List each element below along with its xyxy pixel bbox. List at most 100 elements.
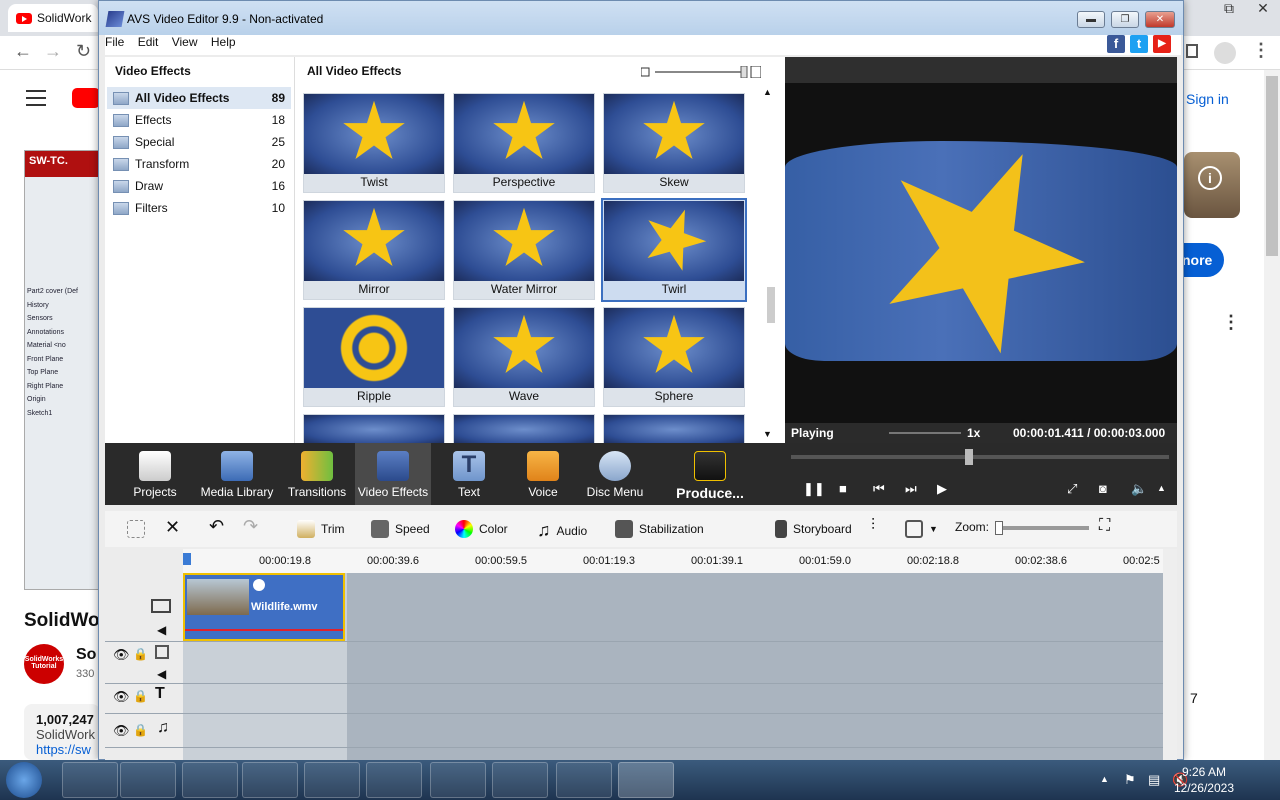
effect-mirror[interactable]: Mirror <box>303 200 445 300</box>
visibility-eye-icon[interactable]: 👁 <box>113 723 130 739</box>
scroll-down-icon[interactable]: ▼ <box>763 429 772 439</box>
disk-taskbar-button[interactable] <box>556 762 612 798</box>
facebook-icon[interactable]: f <box>1107 35 1125 53</box>
video-preview[interactable] <box>785 83 1177 423</box>
chrome-taskbar-button[interactable] <box>242 762 298 798</box>
next-frame-icon[interactable]: ▶ <box>937 481 947 497</box>
info-icon[interactable]: i <box>1198 166 1222 190</box>
pause-icon[interactable]: ❚❚ <box>803 481 825 497</box>
youtube-icon[interactable]: ▶ <box>1153 35 1171 53</box>
sign-in-button[interactable]: Sign in <box>1186 86 1246 112</box>
profile-icon[interactable] <box>1214 42 1236 64</box>
back-icon[interactable]: ← <box>14 41 32 62</box>
zoom-slider[interactable] <box>997 526 1089 530</box>
network-taskbar-button[interactable] <box>366 762 422 798</box>
effect-skew[interactable]: Skew <box>603 93 745 193</box>
video-effects-button[interactable]: Video Effects <box>355 443 431 505</box>
camera-icon[interactable]: ◙ <box>1099 481 1107 496</box>
video-clip[interactable]: Wildlife.wmv <box>183 573 345 641</box>
audio-button[interactable]: ♫ Audio <box>537 520 587 541</box>
transitions-button[interactable]: Transitions <box>279 443 355 505</box>
avs-taskbar-button[interactable] <box>618 762 674 798</box>
effect-partial[interactable] <box>303 414 445 444</box>
channel-avatar[interactable]: SolidWorks Tutorial <box>24 644 64 684</box>
category-effects[interactable]: Effects 18 <box>107 109 291 131</box>
more-button[interactable]: nore <box>1178 243 1224 277</box>
effect-ripple[interactable]: Ripple <box>303 307 445 407</box>
undo-icon[interactable]: ↶ <box>209 516 224 537</box>
hamburger-icon[interactable] <box>26 90 46 106</box>
title-bar[interactable]: AVS Video Editor 9.9 - Non-activated ▬ ❐… <box>99 1 1183 35</box>
menu-file[interactable]: File <box>105 35 124 49</box>
next-icon[interactable]: ⏭ <box>905 481 917 497</box>
lock-icon[interactable]: 🔒 <box>133 647 148 661</box>
projects-button[interactable]: Projects <box>117 443 193 505</box>
media-taskbar-button[interactable] <box>182 762 238 798</box>
system-clock[interactable]: 9:26 AM 12/26/2023 <box>1174 764 1234 796</box>
menu-view[interactable]: View <box>172 35 198 49</box>
description-box[interactable]: 1,007,247 SolidWork https://sw <box>24 704 100 760</box>
sidepanel-icon[interactable] <box>1186 44 1198 58</box>
page-scrollbar-thumb[interactable] <box>1266 76 1278 256</box>
fullscreen-icon[interactable]: ⤢ <box>1067 481 1077 497</box>
view-mode-dropdown[interactable]: ▼ <box>905 520 938 538</box>
network-icon[interactable]: ▤ <box>1148 772 1160 788</box>
category-transform[interactable]: Transform 20 <box>107 153 291 175</box>
reload-icon[interactable]: ↻ <box>76 41 91 62</box>
category-special[interactable]: Special 25 <box>107 131 291 153</box>
audio-mixer-icon[interactable]: ⫶ <box>871 517 875 535</box>
text-button[interactable]: T Text <box>431 443 507 505</box>
viewer-taskbar-button[interactable] <box>492 762 548 798</box>
redo-icon[interactable]: ↷ <box>243 516 258 537</box>
effect-twist[interactable]: Twist <box>303 93 445 193</box>
timeline-ruler[interactable]: 00:00:19.8 00:00:39.6 00:00:59.5 00:01:1… <box>183 549 1163 573</box>
color-button[interactable]: Color <box>455 520 508 538</box>
grid-scrollbar-thumb[interactable] <box>767 287 775 323</box>
kebab-icon[interactable]: ⋮ <box>1222 312 1240 333</box>
effect-sphere[interactable]: Sphere <box>603 307 745 407</box>
volume-up-icon[interactable]: ▲ <box>1157 483 1166 493</box>
timeline-scrollbar[interactable] <box>1163 549 1177 761</box>
menu-edit[interactable]: Edit <box>138 35 159 49</box>
speed-button[interactable]: Speed <box>371 520 430 538</box>
fit-zoom-icon[interactable]: ⛶ <box>1099 517 1110 535</box>
delete-icon[interactable]: ✕ <box>165 517 180 538</box>
voice-button[interactable]: Voice <box>505 443 581 505</box>
effect-water-mirror[interactable]: Water Mirror <box>453 200 595 300</box>
explorer-taskbar-button[interactable] <box>120 762 176 798</box>
app-taskbar-button[interactable] <box>430 762 486 798</box>
effect-partial[interactable] <box>453 414 595 444</box>
seek-thumb[interactable] <box>965 449 973 465</box>
flag-icon[interactable]: ⚑ <box>1124 772 1136 788</box>
stop-icon[interactable]: ■ <box>839 481 847 496</box>
media-library-button[interactable]: Media Library <box>199 443 275 505</box>
maximize-button[interactable]: ❐ <box>1111 11 1139 28</box>
select-icon[interactable] <box>127 520 145 538</box>
category-draw[interactable]: Draw 16 <box>107 175 291 197</box>
mute-icon[interactable]: ◀ <box>157 667 166 681</box>
effect-wave[interactable]: Wave <box>453 307 595 407</box>
menu-help[interactable]: Help <box>211 35 236 49</box>
twitter-icon[interactable]: t <box>1130 35 1148 53</box>
storyboard-button[interactable]: Storyboard <box>775 520 852 538</box>
menu-dots-icon[interactable]: ⋮ <box>1252 40 1270 61</box>
zoom-slider-thumb[interactable] <box>995 521 1003 535</box>
youtube-taskbar-button[interactable] <box>304 762 360 798</box>
restore-icon[interactable]: ⧉ <box>1212 0 1246 18</box>
lock-icon[interactable]: 🔒 <box>133 723 148 737</box>
lock-icon[interactable]: 🔒 <box>133 689 148 703</box>
visibility-eye-icon[interactable]: 👁 <box>113 689 130 705</box>
scroll-up-icon[interactable]: ▲ <box>763 87 772 97</box>
trim-button[interactable]: Trim <box>297 520 345 538</box>
stabilization-button[interactable]: Stabilization <box>615 520 704 538</box>
mute-icon[interactable]: ◀ <box>157 623 166 637</box>
close-button[interactable]: ✕ <box>1145 11 1175 28</box>
youtube-logo-icon[interactable] <box>72 88 100 108</box>
disc-menu-button[interactable]: Disc Menu <box>577 443 653 505</box>
close-icon[interactable]: ✕ <box>1246 0 1280 18</box>
volume-icon[interactable]: 🔈 <box>1131 481 1147 497</box>
tray-expand-icon[interactable]: ▲ <box>1100 774 1109 784</box>
visibility-eye-icon[interactable]: 👁 <box>113 647 130 663</box>
produce-button[interactable]: Produce... <box>665 443 755 505</box>
video-title[interactable]: SolidWo <box>24 610 100 632</box>
